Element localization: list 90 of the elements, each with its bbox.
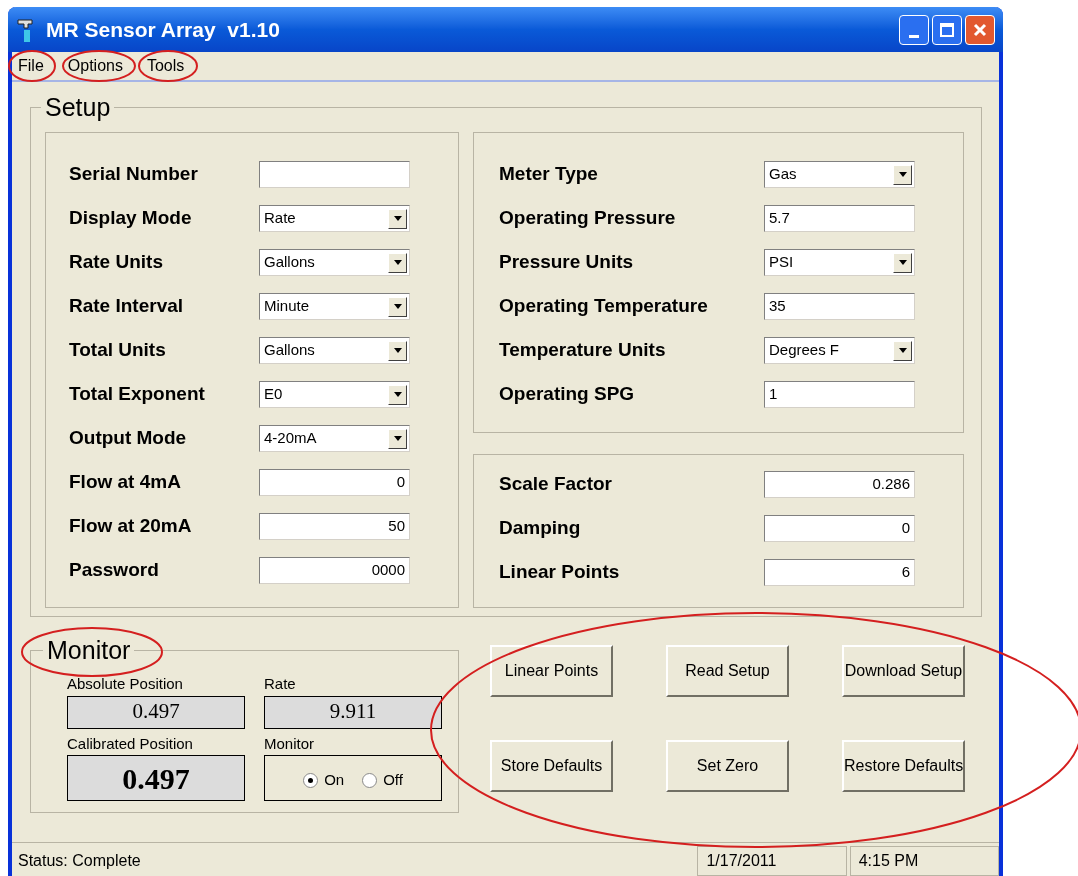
action-button[interactable]: Store Defaults	[490, 740, 613, 792]
menu-item[interactable]: Options	[67, 54, 123, 78]
field-label: Total Units	[69, 338, 167, 363]
dropdown-field[interactable]: Gallons	[259, 249, 410, 276]
field-label: Pressure Units	[499, 250, 635, 275]
time-pane: 4:15 PM	[849, 846, 999, 876]
down-arrow-icon	[898, 260, 907, 265]
dropdown-field[interactable]: 4-20mA	[259, 425, 410, 452]
field-label: Flow at 4mA	[69, 470, 182, 495]
input-field[interactable]	[259, 161, 410, 188]
field-label: Meter Type	[499, 162, 599, 187]
down-arrow-icon	[898, 348, 907, 353]
group-title: Setup	[44, 92, 112, 122]
field-label: Total Exponent	[69, 382, 206, 407]
readout-label: Absolute Position	[67, 674, 184, 694]
status-pane: Status: Complete	[18, 851, 142, 871]
input-field[interactable]: 5.7	[764, 205, 915, 232]
close-button[interactable]	[965, 14, 995, 45]
dropdown-field[interactable]: Minute	[259, 293, 410, 320]
field-label: Operating Temperature	[499, 294, 709, 319]
field-label: Password	[69, 558, 160, 583]
field-label: Scale Factor	[499, 472, 613, 497]
readout-label: Calibrated Position	[67, 733, 194, 754]
readout-display: 9.911	[264, 695, 442, 729]
input-field[interactable]: 0000	[259, 557, 410, 584]
field-label: Rate Interval	[69, 294, 185, 319]
dropdown-arrow-button[interactable]	[893, 164, 912, 185]
input-field[interactable]: 0	[764, 515, 915, 542]
input-field[interactable]: 0	[259, 469, 410, 496]
maximize-button[interactable]	[932, 14, 962, 45]
down-arrow-icon	[898, 172, 907, 177]
down-arrow-icon	[393, 260, 402, 265]
input-field[interactable]: 6	[764, 559, 915, 586]
maximize-icon	[940, 22, 954, 37]
radio-option[interactable]: Off	[362, 768, 403, 792]
field-label: Flow at 20mA	[69, 514, 193, 539]
minimize-icon	[909, 34, 919, 38]
dropdown-field[interactable]: PSI	[764, 249, 915, 276]
menu-item[interactable]: Tools	[146, 54, 185, 78]
dropdown-arrow-button[interactable]	[388, 384, 407, 405]
dropdown-arrow-button[interactable]	[388, 252, 407, 273]
dropdown-arrow-button[interactable]	[388, 340, 407, 361]
dropdown-field[interactable]: Gas	[764, 161, 915, 188]
field-label: Operating SPG	[499, 382, 636, 407]
field-label: Linear Points	[499, 560, 621, 585]
menu-item[interactable]: File	[18, 54, 44, 78]
action-button[interactable]: Read Setup	[666, 645, 789, 697]
field-label: Display Mode	[69, 206, 193, 231]
down-arrow-icon	[393, 216, 402, 221]
window-title: MR Sensor Array v1.10	[46, 16, 281, 43]
input-field[interactable]: 50	[259, 513, 410, 540]
readout-label: Monitor	[264, 733, 316, 754]
dropdown-field[interactable]: E0	[259, 381, 410, 408]
dropdown-arrow-button[interactable]	[388, 208, 407, 229]
action-button[interactable]: Restore Defaults	[842, 740, 965, 792]
field-label: Operating Pressure	[499, 206, 677, 231]
minimize-button[interactable]	[899, 14, 929, 45]
dropdown-field[interactable]: Rate	[259, 205, 410, 232]
dropdown-arrow-button[interactable]	[388, 428, 407, 449]
radio-button[interactable]	[303, 772, 319, 788]
field-label: Serial Number	[69, 162, 199, 187]
field-label: Temperature Units	[499, 338, 667, 363]
close-icon	[973, 22, 987, 37]
field-label: Output Mode	[69, 426, 188, 451]
down-arrow-icon	[393, 348, 402, 353]
dropdown-field[interactable]: Degrees F	[764, 337, 915, 364]
dropdown-field[interactable]: Gallons	[259, 337, 410, 364]
readout-display: 0.497	[67, 695, 245, 729]
down-arrow-icon	[393, 436, 402, 441]
action-button[interactable]: Set Zero	[666, 740, 789, 792]
down-arrow-icon	[393, 304, 402, 309]
action-button[interactable]: Linear Points	[490, 645, 613, 697]
input-field[interactable]: 35	[764, 293, 915, 320]
field-label: Rate Units	[69, 250, 164, 275]
date-pane: 1/17/2011	[697, 846, 847, 876]
input-field[interactable]: 0.286	[764, 471, 915, 498]
annotation-ellipse	[8, 50, 56, 82]
readout-label: Rate	[264, 674, 297, 694]
radio-option[interactable]: On	[303, 768, 345, 792]
input-field[interactable]: 1	[764, 381, 915, 408]
annotation-ellipse	[138, 50, 198, 82]
dropdown-arrow-button[interactable]	[388, 296, 407, 317]
readout-display: 0.497	[67, 755, 245, 801]
field-label: Damping	[499, 516, 582, 541]
dropdown-arrow-button[interactable]	[893, 252, 912, 273]
radio-button[interactable]	[362, 772, 378, 788]
dropdown-arrow-button[interactable]	[893, 340, 912, 361]
action-button[interactable]: Download Setup	[842, 645, 965, 697]
down-arrow-icon	[393, 392, 402, 397]
group-title: Monitor	[46, 635, 132, 665]
